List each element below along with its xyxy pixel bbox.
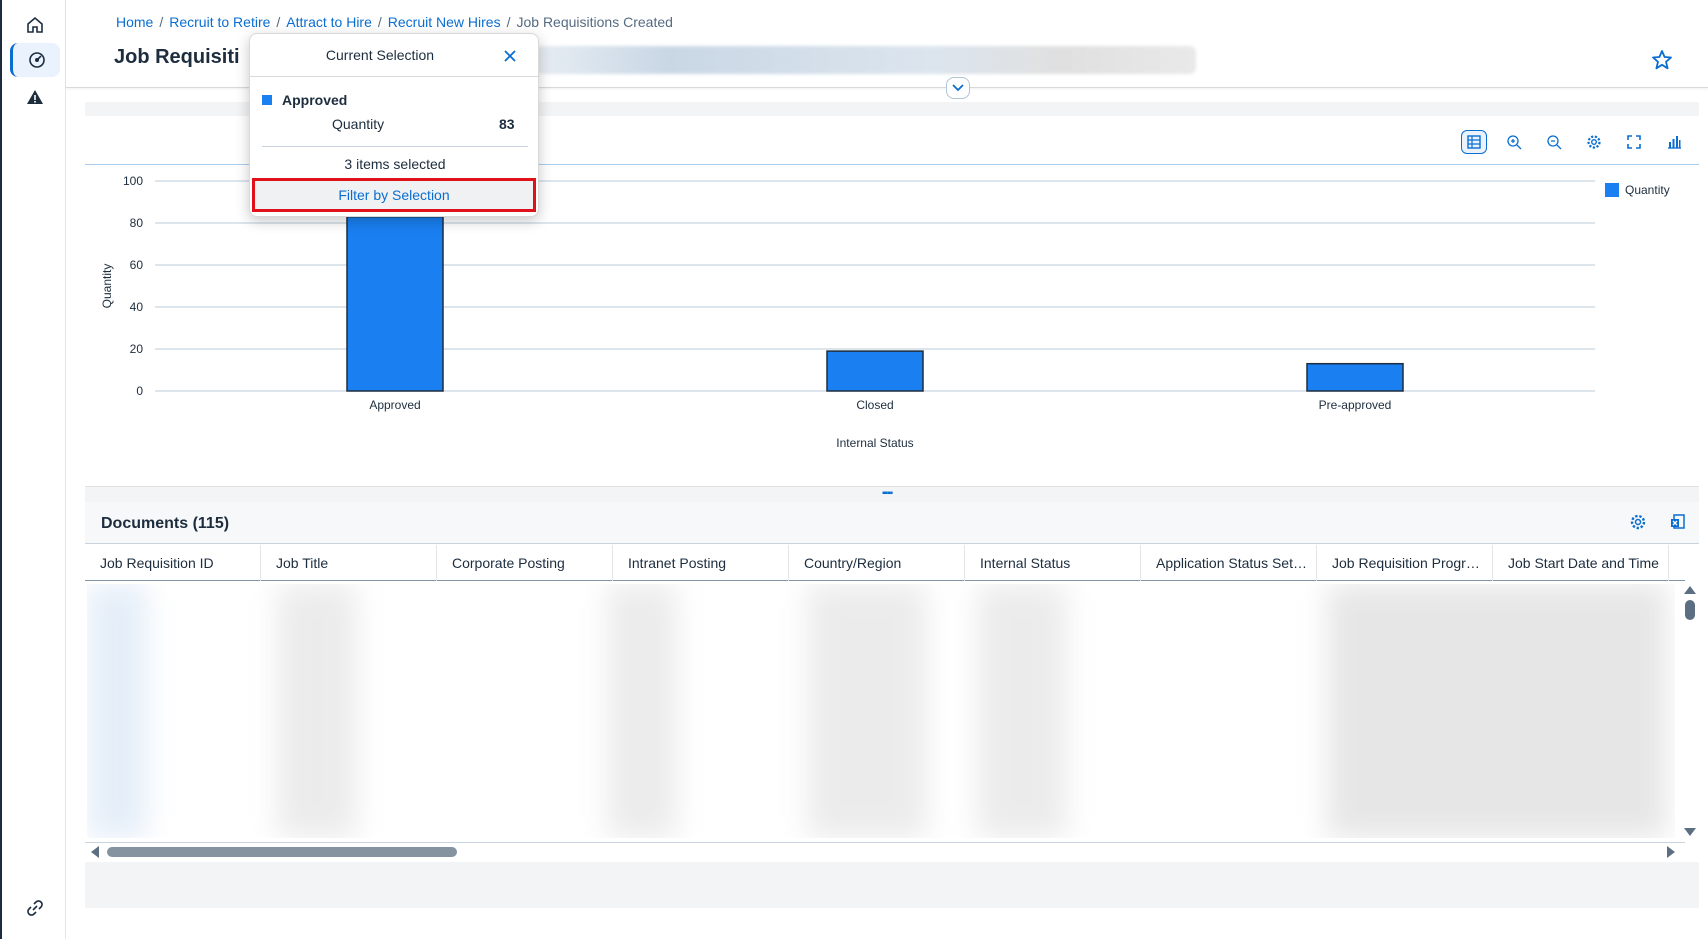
favorite-star-icon[interactable] [1650,48,1674,72]
y-tick-label: 60 [130,258,144,272]
legend-swatch [1605,183,1619,197]
nav-alert-button[interactable] [10,80,60,114]
popover-divider [250,76,540,77]
redacted-column [87,584,147,838]
table-view-button[interactable] [1461,130,1487,154]
close-icon[interactable] [500,46,520,66]
popover-title: Current Selection [325,47,435,63]
breadcrumb-link[interactable]: Recruit to Retire [169,14,270,30]
y-tick-label: 0 [136,384,143,398]
x-axis-label: Internal Status [836,436,913,450]
horizontal-scrollbar[interactable] [85,842,1685,860]
documents-toolbar: Documents (115) [85,502,1699,544]
dashboard-icon [28,52,45,68]
y-tick-label: 20 [130,342,144,356]
breadcrumb: Home / Recruit to Retire / Attract to Hire… [116,14,673,30]
scroll-thumb[interactable] [107,847,457,857]
redacted-column [807,584,927,838]
splitter-grip-icon[interactable]: ▪▪▪▪ [882,489,902,499]
fullscreen-icon [1627,135,1641,149]
app-root: Home / Recruit to Retire / Attract to Hire… [0,0,1708,939]
zoom-in-button[interactable] [1501,130,1527,154]
x-tick-label: Closed [856,398,893,412]
filter-by-selection-button[interactable]: Filter by Selection [252,178,536,212]
redacted-column [607,584,677,838]
footer-strip [85,862,1699,908]
x-tick-label: Approved [369,398,420,412]
breadcrumb-separator: / [377,14,382,30]
y-axis-label: Quantity [100,264,114,309]
table-body-redacted [87,584,1675,838]
x-tick-label: Pre-approved [1319,398,1392,412]
redacted-header-content [536,46,1196,74]
breadcrumb-link[interactable]: Home [116,14,153,30]
settings-icon [1587,135,1601,149]
selected-item: Approved [262,92,347,108]
scroll-left-icon[interactable] [89,845,101,859]
selected-item-measure: Quantity [332,116,385,132]
side-navigation [0,0,66,939]
redacted-column [977,584,1067,838]
collapse-header-button[interactable] [946,77,970,99]
zoom-in-icon [1507,135,1522,150]
chevron-down-icon [952,84,964,92]
column-header[interactable]: Intranet Posting [613,545,789,581]
column-header[interactable]: Country/Region [789,545,965,581]
column-header[interactable]: Job Start Date and Time [1493,545,1669,581]
fullscreen-button[interactable] [1621,130,1647,154]
nav-dashboard-button[interactable] [10,43,60,77]
breadcrumb-current: Job Requisitions Created [516,14,673,30]
column-header[interactable]: Job Requisition ID [85,545,261,581]
chart-type-button[interactable] [1661,130,1687,154]
documents-tools [1629,513,1687,531]
scroll-right-icon[interactable] [1665,845,1677,859]
selected-item-value: 83 [499,116,515,132]
breadcrumb-separator: / [506,14,511,30]
column-header[interactable]: Job Title [261,545,437,581]
breadcrumb-separator: / [159,14,164,30]
column-header[interactable]: Internal Status [965,545,1141,581]
chart-type-icon [1668,136,1681,149]
chart-toolbar [1461,130,1687,154]
bar[interactable] [826,350,924,392]
y-tick-label: 80 [130,216,144,230]
y-tick-label: 40 [130,300,144,314]
link-icon [27,900,43,916]
table-header-row: Job Requisition ID Job Title Corporate P… [85,545,1685,581]
redacted-column [1327,584,1667,838]
selected-item-label: Approved [282,92,348,108]
selected-item-swatch [262,95,272,105]
bar[interactable] [1306,362,1404,392]
breadcrumb-link[interactable]: Recruit New Hires [388,14,501,30]
current-selection-popover: Current Selection Approved Quantity 83 3… [249,33,540,217]
nav-home-button[interactable] [10,8,60,42]
chart-settings-button[interactable] [1581,130,1607,154]
home-icon [27,16,43,33]
column-header[interactable]: Job Requisition Progres... [1317,545,1493,581]
zoom-out-button[interactable] [1541,130,1567,154]
zoom-out-icon [1547,135,1562,150]
table-settings-icon[interactable] [1629,513,1647,531]
column-header[interactable]: Corporate Posting [437,545,613,581]
nav-link-button[interactable] [10,891,60,925]
column-header[interactable]: Application Status Set ID [1141,545,1317,581]
breadcrumb-link[interactable]: Attract to Hire [286,14,372,30]
vertical-scrollbar[interactable] [1681,584,1699,838]
documents-title: Documents (115) [101,515,230,532]
table-view-icon [1467,135,1481,149]
y-tick-label: 100 [123,174,143,188]
export-icon[interactable] [1669,513,1687,531]
redacted-column [277,584,357,838]
bar[interactable] [346,215,444,392]
popover-divider [262,146,528,147]
page-title: Job Requisiti [114,46,240,68]
alert-icon [27,90,43,104]
legend-label: Quantity [1625,183,1670,197]
breadcrumb-separator: / [276,14,281,30]
selection-count: 3 items selected [344,156,446,172]
chart-legend[interactable]: Quantity [1605,183,1670,197]
